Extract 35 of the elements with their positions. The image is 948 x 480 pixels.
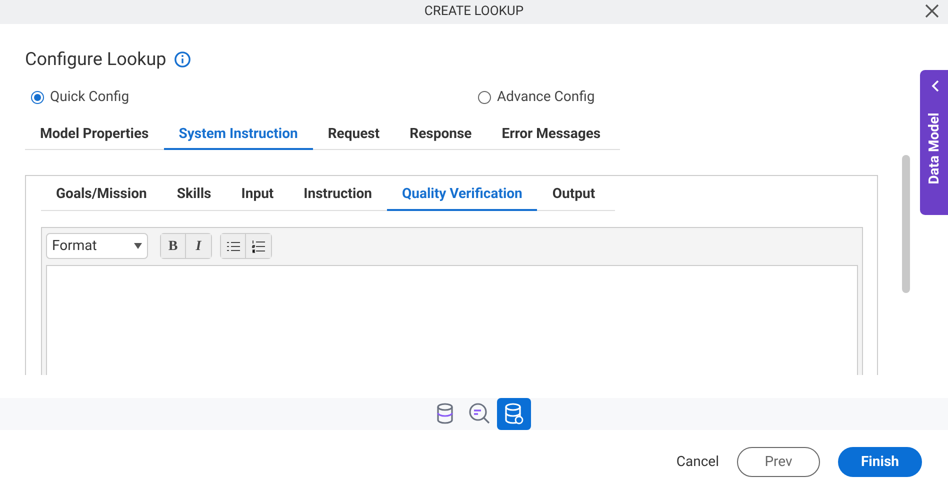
window-title: CREATE LOOKUP <box>424 3 524 22</box>
sub-tab[interactable]: Instruction <box>288 179 387 211</box>
sub-tab[interactable]: Goals/Mission <box>41 179 162 211</box>
radio-button[interactable] <box>478 91 491 104</box>
bullet-list-icon <box>226 240 240 252</box>
radio-button[interactable] <box>31 91 44 104</box>
database-settings-icon[interactable] <box>497 398 531 430</box>
tab[interactable]: System Instruction <box>164 120 313 150</box>
radio-label: Advance Config <box>497 88 595 107</box>
tab[interactable]: Request <box>312 120 395 150</box>
italic-button[interactable]: I <box>186 234 211 258</box>
cancel-button[interactable]: Cancel <box>676 452 719 472</box>
sub-tab[interactable]: Input <box>226 179 289 211</box>
tab[interactable]: Error Messages <box>486 120 616 150</box>
bullet-list-button[interactable] <box>221 234 246 258</box>
sub-tab[interactable]: Quality Verification <box>386 179 538 211</box>
tab[interactable]: Response <box>394 120 487 150</box>
side-panel-label: Data Model <box>926 112 944 184</box>
finish-button[interactable]: Finish <box>838 447 922 477</box>
chevron-left-icon <box>931 80 939 92</box>
page-heading: Configure Lookup <box>25 48 166 72</box>
format-dropdown[interactable]: Format <box>46 233 148 259</box>
bold-button[interactable]: B <box>161 234 186 258</box>
numbered-list-icon <box>252 240 265 252</box>
numbered-list-button[interactable] <box>246 234 271 258</box>
info-icon[interactable] <box>174 51 192 68</box>
tab[interactable]: Model Properties <box>25 120 164 150</box>
sub-tab[interactable]: Skills <box>162 179 226 211</box>
radio-label: Quick Config <box>50 88 130 107</box>
close-icon[interactable] <box>925 4 939 18</box>
scrollbar-thumb[interactable] <box>902 155 910 293</box>
caret-icon <box>134 243 142 249</box>
sub-tab[interactable]: Output <box>537 179 610 211</box>
side-panel-tab[interactable]: Data Model <box>920 70 948 215</box>
prev-button[interactable]: Prev <box>737 447 820 477</box>
